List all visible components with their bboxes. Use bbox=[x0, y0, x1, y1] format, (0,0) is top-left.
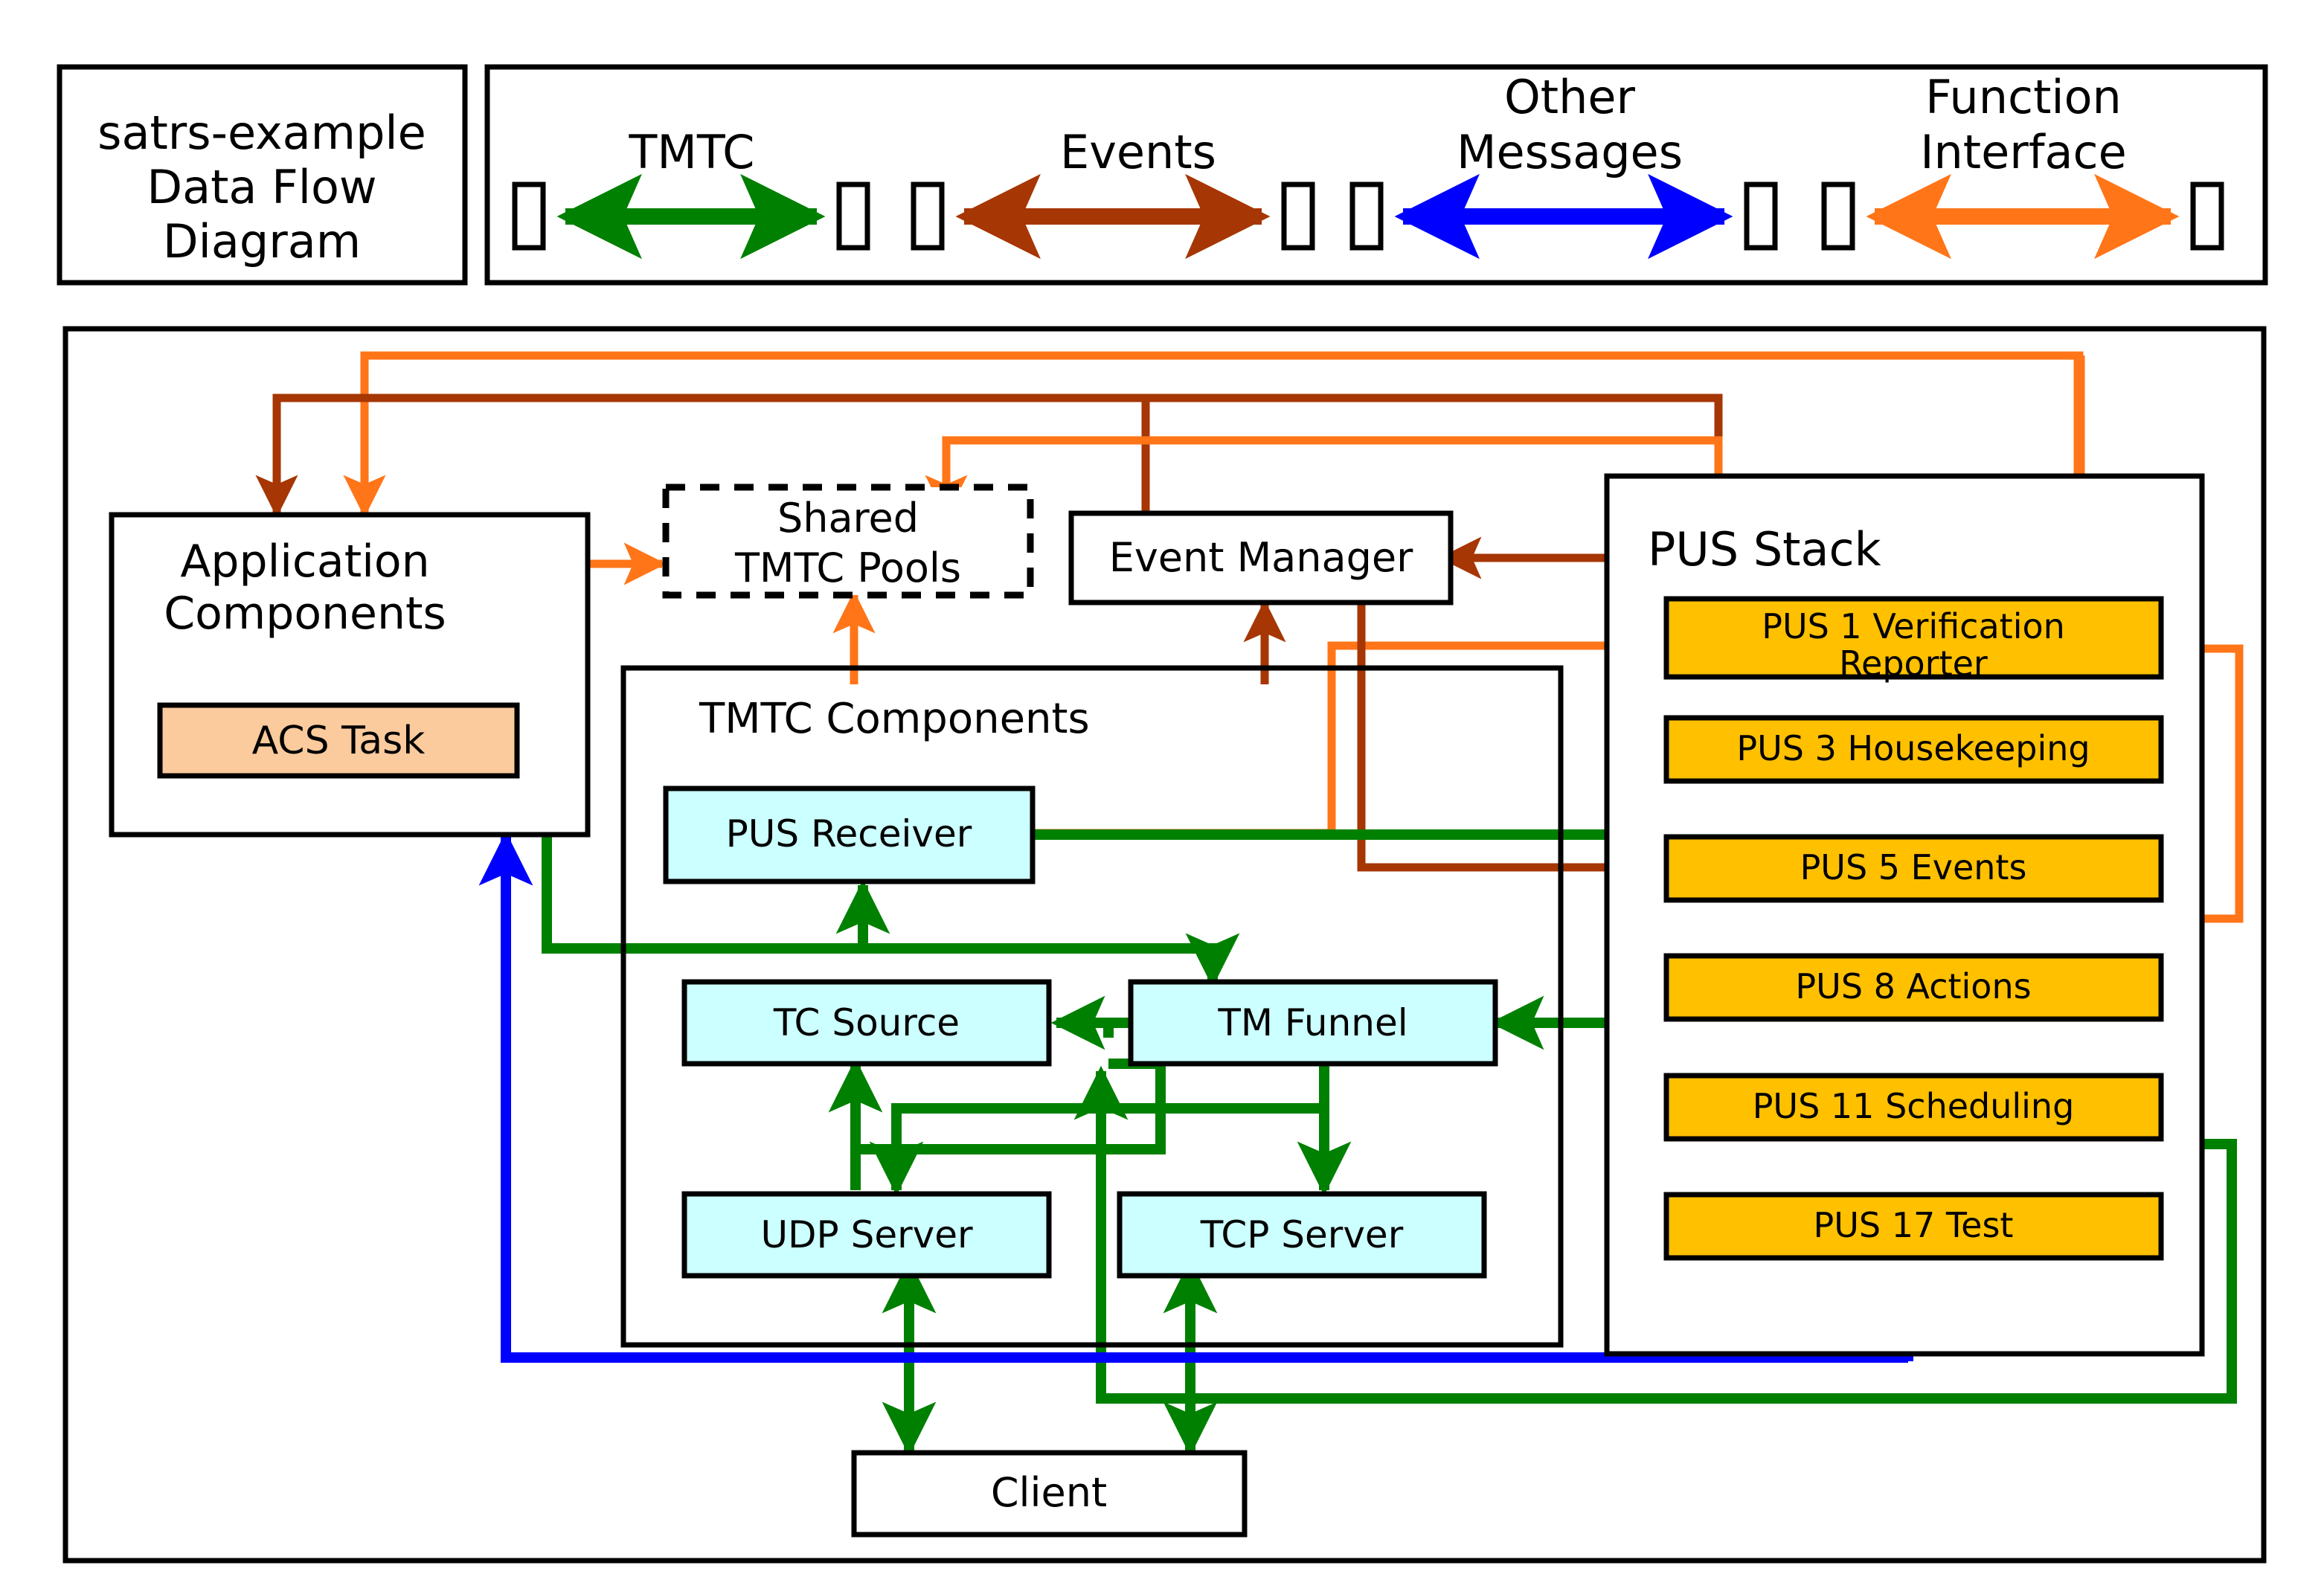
acs-task-label: ACS Task bbox=[252, 719, 426, 763]
pus-stack-title: PUS Stack bbox=[1648, 522, 1881, 576]
udp-server-box[interactable]: UDP Server bbox=[681, 1191, 1052, 1279]
shared-tmtc-pools-line1: Shared bbox=[777, 495, 919, 542]
pus-service-pus11[interactable]: PUS 11 Scheduling bbox=[1663, 1073, 2164, 1142]
legend-label-other-messages-line2: Messages bbox=[1457, 125, 1683, 179]
application-components-box[interactable]: Application Components ACS Task bbox=[109, 512, 591, 838]
pus1-label-line1: PUS 1 Verification bbox=[1762, 606, 2065, 646]
udp-server-label: UDP Server bbox=[760, 1213, 973, 1256]
legend-label-other-messages-line1: Other bbox=[1504, 70, 1636, 124]
pus17-label: PUS 17 Test bbox=[1814, 1205, 2014, 1245]
tmtc-components-title: TMTC Components bbox=[699, 695, 1090, 743]
application-components-title-line1: Application bbox=[180, 536, 429, 588]
pus1-label-line2: Reporter bbox=[1839, 643, 1988, 684]
title-line-3: Diagram bbox=[163, 214, 361, 269]
pus-service-pus5[interactable]: PUS 5 Events bbox=[1663, 834, 2164, 903]
event-manager-box[interactable]: Event Manager bbox=[1068, 510, 1454, 605]
tcp-server-box[interactable]: TCP Server bbox=[1117, 1191, 1487, 1279]
pus-receiver-label: PUS Receiver bbox=[726, 812, 972, 855]
pus5-label: PUS 5 Events bbox=[1800, 847, 2027, 887]
tc-source-label: TC Source bbox=[773, 1001, 960, 1044]
pus-service-pus17[interactable]: PUS 17 Test bbox=[1663, 1192, 2164, 1261]
event-manager-label: Event Manager bbox=[1109, 534, 1413, 581]
pus11-label: PUS 11 Scheduling bbox=[1753, 1086, 2075, 1126]
pus-service-pus8[interactable]: PUS 8 Actions bbox=[1663, 953, 2164, 1022]
pus-service-pus1[interactable]: PUS 1 Verification Reporter bbox=[1663, 596, 2164, 684]
client-label: Client bbox=[991, 1469, 1107, 1516]
legend-label-function-interface-line1: Function bbox=[1925, 70, 2122, 124]
pus8-label: PUS 8 Actions bbox=[1795, 966, 2031, 1006]
title-line-2: Data Flow bbox=[147, 160, 376, 214]
tcp-server-label: TCP Server bbox=[1200, 1213, 1404, 1256]
legend-label-events: Events bbox=[1060, 125, 1216, 179]
data-flow-diagram-svg: satrs-example Data Flow Diagram TMTC Eve… bbox=[57, 64, 2268, 1564]
pus-service-pus3[interactable]: PUS 3 Housekeeping bbox=[1663, 715, 2164, 784]
client-box[interactable]: Client bbox=[851, 1450, 1248, 1538]
title-box: satrs-example Data Flow Diagram bbox=[57, 64, 468, 286]
application-components-title-line2: Components bbox=[164, 588, 446, 640]
tm-funnel-box[interactable]: TM Funnel bbox=[1128, 979, 1498, 1067]
pus3-label: PUS 3 Housekeeping bbox=[1736, 728, 2090, 768]
legend-box: TMTC Events Other Messages Function Inte… bbox=[484, 64, 2268, 286]
diagram-canvas: satrs-example Data Flow Diagram TMTC Eve… bbox=[0, 0, 2324, 1574]
pus-stack-box[interactable]: PUS Stack PUS 1 Verification Reporter PU… bbox=[1604, 473, 2205, 1357]
legend-label-function-interface-line2: Interface bbox=[1920, 125, 2127, 179]
acs-task-box[interactable]: ACS Task bbox=[157, 702, 520, 779]
shared-tmtc-pools-line2: TMTC Pools bbox=[734, 545, 961, 591]
title-line-1: satrs-example bbox=[97, 106, 426, 160]
tm-funnel-label: TM Funnel bbox=[1217, 1001, 1407, 1044]
pus-receiver-box[interactable]: PUS Receiver bbox=[663, 786, 1036, 884]
legend-label-tmtc: TMTC bbox=[629, 125, 755, 179]
tc-source-box[interactable]: TC Source bbox=[681, 979, 1052, 1067]
shared-tmtc-pools-box[interactable]: Shared TMTC Pools bbox=[662, 484, 1034, 599]
